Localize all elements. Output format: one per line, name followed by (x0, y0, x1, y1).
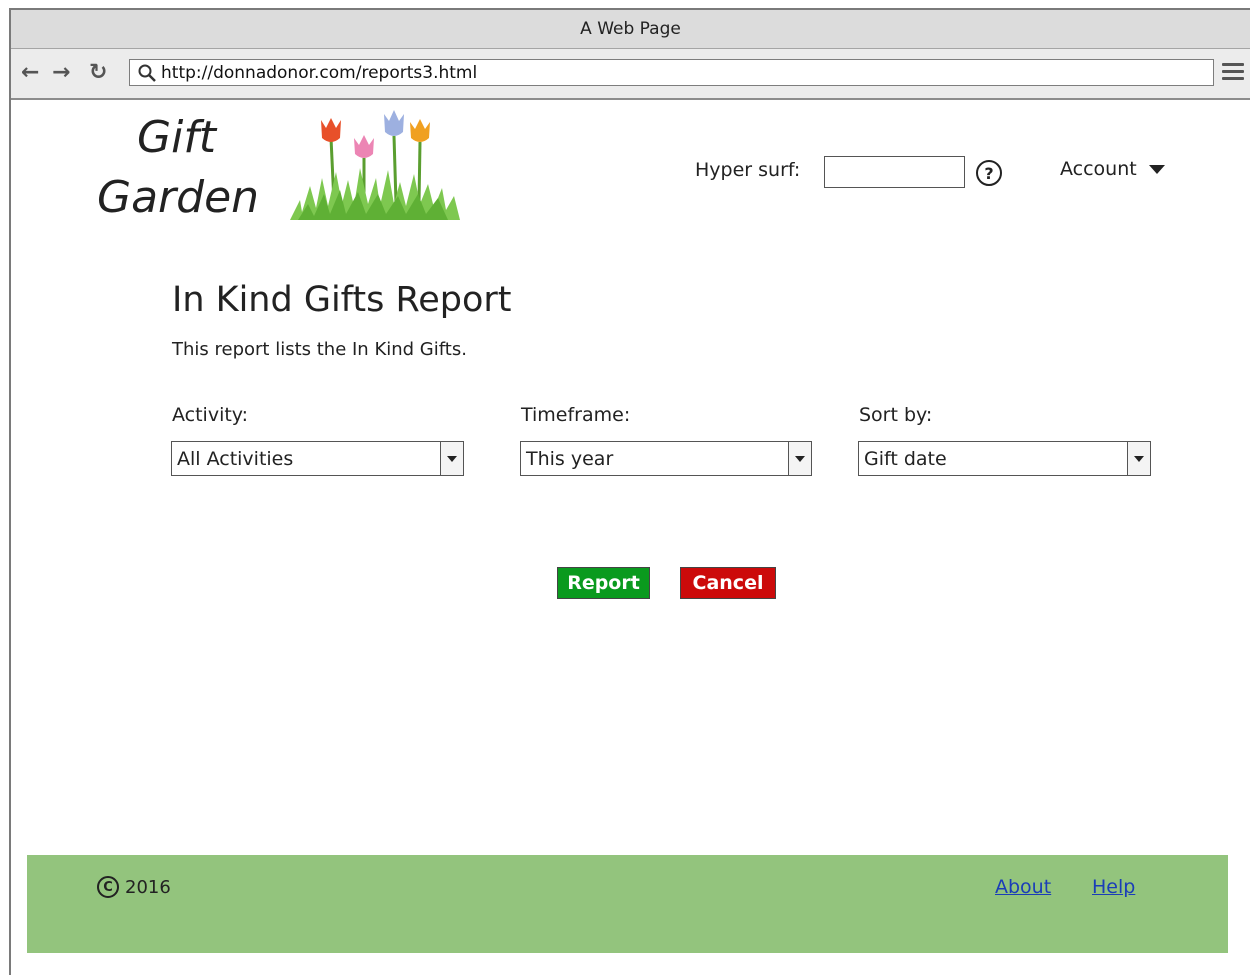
logo-text-garden: Garden (97, 172, 260, 223)
tulips-logo-icon (290, 110, 460, 220)
help-link[interactable]: Help (1092, 876, 1135, 898)
hamburger-menu-icon[interactable] (1222, 59, 1244, 86)
logo-text-gift: Gift (137, 112, 217, 163)
hyper-surf-label: Hyper surf: (695, 159, 801, 181)
copyright: C 2016 (97, 876, 171, 898)
copyright-year: 2016 (125, 876, 171, 898)
dropdown-arrow-icon[interactable] (788, 442, 811, 475)
forward-arrow-icon[interactable]: → (52, 60, 70, 86)
timeframe-value: This year (526, 447, 614, 470)
dropdown-arrow-icon[interactable] (1127, 442, 1150, 475)
page-description: This report lists the In Kind Gifts. (172, 339, 467, 360)
chevron-down-icon (1148, 164, 1165, 174)
sort-value: Gift date (864, 447, 947, 470)
about-link[interactable]: About (995, 876, 1051, 898)
hyper-surf-input[interactable] (824, 156, 965, 188)
footer: C 2016 About Help (27, 855, 1228, 953)
window-title: A Web Page (580, 19, 681, 39)
activity-label: Activity: (172, 404, 249, 426)
report-button[interactable]: Report (557, 567, 650, 599)
window-title-bar: A Web Page (11, 10, 1250, 49)
timeframe-label: Timeframe: (521, 404, 631, 426)
help-icon[interactable]: ? (976, 160, 1002, 186)
page-title: In Kind Gifts Report (172, 280, 512, 320)
reload-icon[interactable]: ↻ (89, 60, 107, 86)
dropdown-arrow-icon[interactable] (440, 442, 463, 475)
activity-select[interactable]: All Activities (171, 441, 464, 476)
activity-value: All Activities (177, 447, 294, 470)
copyright-icon: C (97, 876, 119, 898)
search-icon (138, 64, 156, 82)
cancel-button[interactable]: Cancel (680, 567, 776, 599)
browser-toolbar: ← → ↻ http://donnadonor.com/reports3.htm… (11, 49, 1250, 100)
address-bar[interactable]: http://donnadonor.com/reports3.html (129, 59, 1214, 86)
sort-select[interactable]: Gift date (858, 441, 1151, 476)
sort-label: Sort by: (859, 404, 933, 426)
account-menu[interactable]: Account (1060, 158, 1165, 180)
timeframe-select[interactable]: This year (520, 441, 812, 476)
account-label: Account (1060, 158, 1137, 180)
url-text: http://donnadonor.com/reports3.html (161, 62, 478, 83)
back-arrow-icon[interactable]: ← (21, 60, 39, 86)
